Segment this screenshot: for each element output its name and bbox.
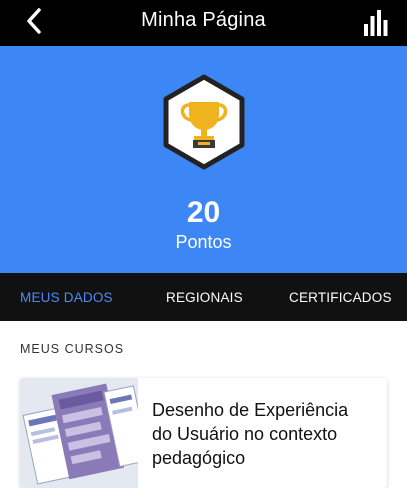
course-title: Desenho de Experiência do Usuário no con… bbox=[152, 400, 349, 468]
top-bar: Minha Página bbox=[0, 0, 407, 46]
stats-button[interactable] bbox=[361, 6, 391, 36]
trophy-icon bbox=[163, 74, 245, 170]
points-label: Pontos bbox=[175, 232, 232, 252]
tab-meus-dados[interactable]: MEUS DADOS bbox=[20, 290, 113, 305]
points-value: 20 bbox=[186, 196, 221, 229]
section-title-courses: MEUS CURSOS bbox=[20, 342, 125, 356]
bar-chart-icon bbox=[364, 10, 388, 36]
profile-hero: 20 Pontos bbox=[0, 46, 407, 273]
page-title: Minha Página bbox=[141, 8, 266, 31]
tab-bar: MEUS DADOS REGIONAIS CERTIFICADOS bbox=[0, 273, 407, 321]
tab-certificados[interactable]: CERTIFICADOS bbox=[289, 290, 392, 305]
tab-regionais[interactable]: REGIONAIS bbox=[166, 290, 243, 305]
